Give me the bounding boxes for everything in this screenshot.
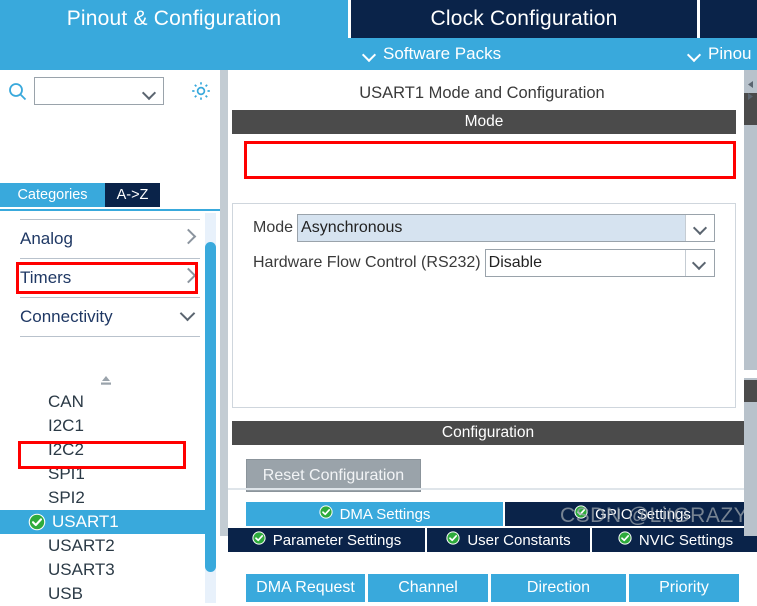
sidebar-item-timers-label: Timers [20, 268, 72, 287]
list-item-spi2-label: SPI2 [48, 488, 85, 507]
tab-pinout-configuration[interactable]: Pinout & Configuration [0, 0, 348, 38]
tab-parameter-settings[interactable]: Parameter Settings [228, 528, 425, 552]
software-packs-label: Software Packs [383, 44, 502, 63]
search-box[interactable] [34, 77, 164, 106]
check-circle-icon-dma [318, 505, 333, 523]
mode-select-chevron-down-icon[interactable] [685, 215, 715, 241]
tab-categories[interactable]: Categories [0, 183, 105, 207]
column-header-direction[interactable]: Direction [491, 574, 626, 602]
list-item-spi2[interactable]: SPI2 [0, 486, 206, 510]
chevron-right-icon-timers [182, 269, 194, 281]
sidebar-item-connectivity-label: Connectivity [20, 307, 113, 326]
sidebar-item-analog-label: Analog [20, 229, 73, 248]
chevron-right-icon-analog [182, 230, 194, 242]
watermark: CSDN @LitGRAZY [560, 504, 749, 527]
column-header-channel[interactable]: Channel [368, 574, 488, 602]
scroll-down-arrow-icon[interactable] [746, 88, 755, 100]
column-header-priority[interactable]: Priority [629, 574, 739, 602]
config-separator [228, 488, 744, 490]
gear-icon[interactable] [190, 80, 212, 102]
tab-next-partial[interactable] [700, 0, 757, 38]
chevron-down-icon-connectivity [182, 308, 194, 320]
section-header-configuration: Configuration [232, 421, 744, 445]
tab-parameter-settings-label: Parameter Settings [272, 531, 402, 549]
tab-pinout-configuration-label: Pinout & Configuration [66, 7, 282, 30]
tab-a-to-z[interactable]: A->Z [105, 183, 160, 207]
pinout-menu-label: Pinou [708, 44, 752, 63]
hardware-flow-control-select[interactable]: Disable [484, 249, 715, 277]
field-mode-label: Mode [253, 219, 294, 236]
scroll-up-arrow-icon[interactable] [746, 76, 755, 88]
tab-user-constants[interactable]: User Constants [427, 528, 590, 552]
column-header-dma-request[interactable]: DMA Request [246, 574, 365, 602]
tab-nvic-settings-label: NVIC Settings [638, 531, 734, 549]
chevron-down-icon-search[interactable] [143, 87, 156, 100]
list-item-can[interactable]: CAN [0, 390, 206, 414]
list-item-usart3[interactable]: USART3 [0, 558, 206, 582]
config-tab-row-2: Parameter Settings User Constants NVIC S… [228, 528, 757, 552]
tab-categories-label: Categories [17, 187, 88, 203]
sidebar-item-analog[interactable]: Analog [20, 219, 200, 259]
main-panel: USART1 Mode and Configuration Mode Mode … [228, 70, 757, 602]
list-item-usart3-label: USART3 [48, 560, 115, 579]
pane-divider[interactable] [220, 70, 228, 536]
search-input[interactable] [35, 78, 145, 106]
tab-user-constants-label: User Constants [467, 531, 571, 549]
field-hardware-flow-control: Hardware Flow Control (RS232) Disable [253, 249, 723, 277]
hardware-flow-control-chevron-down-icon[interactable] [684, 250, 714, 276]
sidebar-item-connectivity[interactable]: Connectivity [20, 298, 200, 337]
mode-select-value: Asynchronous [298, 215, 686, 241]
peripheral-list: CAN I2C1 I2C2 SPI1 SPI2 USART1 USART2 US… [0, 390, 206, 606]
dma-table-header: DMA Request Channel Direction Priority [246, 574, 742, 602]
list-item-spi1[interactable]: SPI1 [0, 462, 206, 486]
tab-dma-settings[interactable]: DMA Settings [246, 502, 503, 526]
search-icon [8, 82, 27, 101]
check-circle-icon-parameter [252, 531, 266, 549]
tab-clock-configuration[interactable]: Clock Configuration [351, 0, 697, 38]
list-item-usart2-label: USART2 [48, 536, 115, 555]
list-item-usart2[interactable]: USART2 [0, 534, 206, 558]
field-hardware-flow-control-label: Hardware Flow Control (RS232) [253, 254, 481, 271]
list-item-i2c1-label: I2C1 [48, 416, 84, 435]
list-item-spi1-label: SPI1 [48, 464, 85, 483]
sidebar-scrollbar-thumb[interactable] [205, 242, 216, 572]
list-item-i2c1[interactable]: I2C1 [0, 414, 206, 438]
reset-configuration-label: Reset Configuration [262, 466, 405, 484]
list-item-usart1[interactable]: USART1 [0, 510, 206, 534]
software-packs-menu[interactable]: Software Packs [363, 38, 501, 70]
sub-toolbar: Software Packs Pinou [0, 38, 757, 70]
section-header-mode: Mode [232, 110, 736, 134]
page-title: USART1 Mode and Configuration [359, 83, 605, 102]
list-item-usb[interactable]: USB [0, 582, 206, 606]
field-mode: Mode Asynchronous [253, 214, 723, 242]
chevron-down-icon [363, 48, 376, 61]
check-circle-icon-nvic [618, 531, 632, 549]
check-circle-icon-usart1 [28, 513, 46, 531]
main-scrollbar-thumb-2[interactable] [744, 380, 757, 402]
list-item-can-label: CAN [48, 392, 84, 411]
tab-dma-settings-label: DMA Settings [339, 505, 431, 523]
list-item-usart1-label: USART1 [52, 512, 119, 531]
sidebar: Categories A->Z Analog Timers Connectivi… [0, 70, 220, 603]
hardware-flow-control-value: Disable [488, 254, 542, 271]
sidebar-item-timers[interactable]: Timers [20, 259, 200, 298]
collapse-grip-icon[interactable] [96, 374, 116, 388]
tab-a-to-z-label: A->Z [116, 187, 149, 203]
search-row [0, 72, 220, 110]
list-item-usb-label: USB [48, 584, 83, 603]
sidebar-tab-underline [0, 207, 220, 211]
check-circle-icon-user-constants [446, 531, 460, 549]
mode-panel: Mode Asynchronous Hardware Flow Control … [232, 203, 736, 408]
sidebar-tab-bar: Categories A->Z [0, 183, 220, 207]
list-item-i2c2-label: I2C2 [48, 440, 84, 459]
pinout-menu[interactable]: Pinou [688, 38, 751, 70]
main-tab-bar: Pinout & Configuration Clock Configurati… [0, 0, 757, 38]
tab-clock-configuration-label: Clock Configuration [430, 7, 618, 30]
chevron-down-icon-2 [688, 48, 701, 61]
app-window: Pinout & Configuration Clock Configurati… [0, 0, 757, 603]
mode-select[interactable]: Asynchronous [297, 214, 716, 242]
tab-nvic-settings[interactable]: NVIC Settings [592, 528, 757, 552]
list-item-i2c2[interactable]: I2C2 [0, 438, 206, 462]
